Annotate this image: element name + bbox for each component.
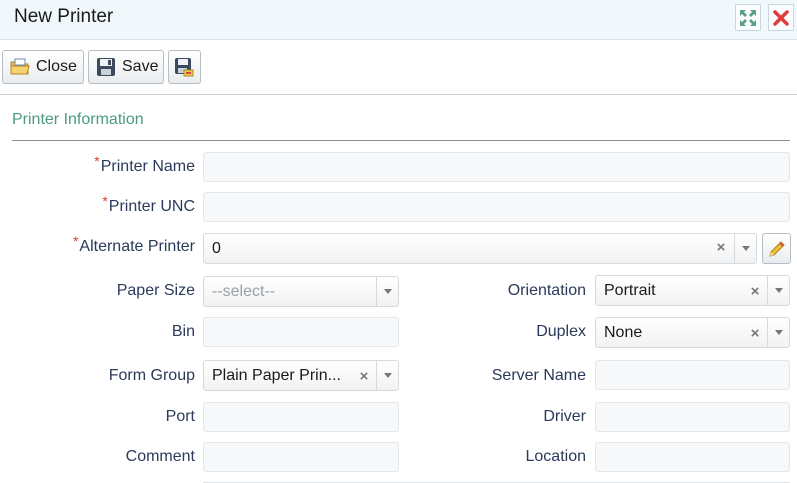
clear-icon[interactable]: × xyxy=(715,240,727,255)
alternate-printer-label: *Alternate Printer xyxy=(73,233,195,256)
port-input[interactable] xyxy=(203,402,399,432)
red-x-icon xyxy=(773,9,789,26)
paper-size-value: --select-- xyxy=(212,283,276,300)
section-divider xyxy=(12,140,790,141)
duplex-label: Duplex xyxy=(536,323,586,340)
pencil-icon xyxy=(768,240,785,257)
orientation-label: Orientation xyxy=(507,282,586,299)
orientation-select[interactable]: Portrait × xyxy=(595,275,790,306)
form-group-label: Form Group xyxy=(108,367,195,384)
folder-icon xyxy=(10,58,30,75)
server-name-input[interactable] xyxy=(595,360,790,390)
save-and-close-icon xyxy=(175,58,194,77)
paper-size-select[interactable]: --select-- xyxy=(203,276,399,307)
form-group-value: Plain Paper Prin... xyxy=(212,367,341,384)
comment-input[interactable] xyxy=(203,442,399,472)
window-title: New Printer xyxy=(14,6,114,27)
save-button-label: Save xyxy=(122,58,159,75)
form-group-select[interactable]: Plain Paper Prin... × xyxy=(203,360,399,391)
location-input[interactable] xyxy=(595,442,790,472)
title-bar: New Printer xyxy=(0,0,797,40)
dropdown-arrow-icon[interactable] xyxy=(376,277,398,306)
printer-unc-label: *Printer UNC xyxy=(102,193,195,216)
bin-label: Bin xyxy=(171,323,195,340)
expand-arrows-icon xyxy=(740,9,756,26)
printer-name-label: *Printer Name xyxy=(94,153,195,176)
bin-input[interactable] xyxy=(203,317,399,347)
dropdown-arrow-icon[interactable] xyxy=(767,276,789,305)
dropdown-arrow-icon[interactable] xyxy=(376,361,398,390)
maximize-button[interactable] xyxy=(735,4,761,31)
paper-size-label: Paper Size xyxy=(116,282,195,299)
dropdown-arrow-icon[interactable] xyxy=(734,234,756,263)
printer-unc-label-text: Printer UNC xyxy=(108,198,195,215)
save-button[interactable]: Save xyxy=(88,50,164,84)
edit-alternate-printer-button[interactable] xyxy=(762,233,791,264)
driver-input[interactable] xyxy=(595,402,790,432)
alternate-printer-value: 0 xyxy=(212,240,221,257)
clear-icon[interactable]: × xyxy=(749,284,761,299)
clear-icon[interactable]: × xyxy=(358,369,370,384)
floppy-disk-icon xyxy=(97,58,115,76)
clear-icon[interactable]: × xyxy=(749,326,761,341)
printer-name-label-text: Printer Name xyxy=(100,158,195,175)
save-and-close-button[interactable] xyxy=(168,50,201,84)
alternate-printer-label-text: Alternate Printer xyxy=(79,238,195,255)
duplex-select[interactable]: None × xyxy=(595,317,790,348)
orientation-value: Portrait xyxy=(604,282,656,299)
close-button[interactable]: Close xyxy=(2,50,84,84)
printer-name-input[interactable] xyxy=(203,152,790,182)
location-label: Location xyxy=(525,448,587,465)
required-marker: * xyxy=(102,193,108,209)
required-marker: * xyxy=(94,153,100,169)
dropdown-arrow-icon[interactable] xyxy=(767,318,789,347)
comment-label: Comment xyxy=(125,448,195,465)
printer-unc-input[interactable] xyxy=(203,192,790,222)
close-button-label: Close xyxy=(36,58,77,75)
duplex-value: None xyxy=(604,324,643,341)
port-label: Port xyxy=(165,408,195,425)
toolbar: Close Save xyxy=(0,40,797,95)
required-marker: * xyxy=(72,233,79,249)
section-title: Printer Information xyxy=(12,111,144,128)
server-name-label: Server Name xyxy=(491,367,586,384)
alternate-printer-select[interactable]: 0 × xyxy=(203,233,757,264)
close-window-button[interactable] xyxy=(768,4,794,31)
driver-label: Driver xyxy=(543,408,586,425)
